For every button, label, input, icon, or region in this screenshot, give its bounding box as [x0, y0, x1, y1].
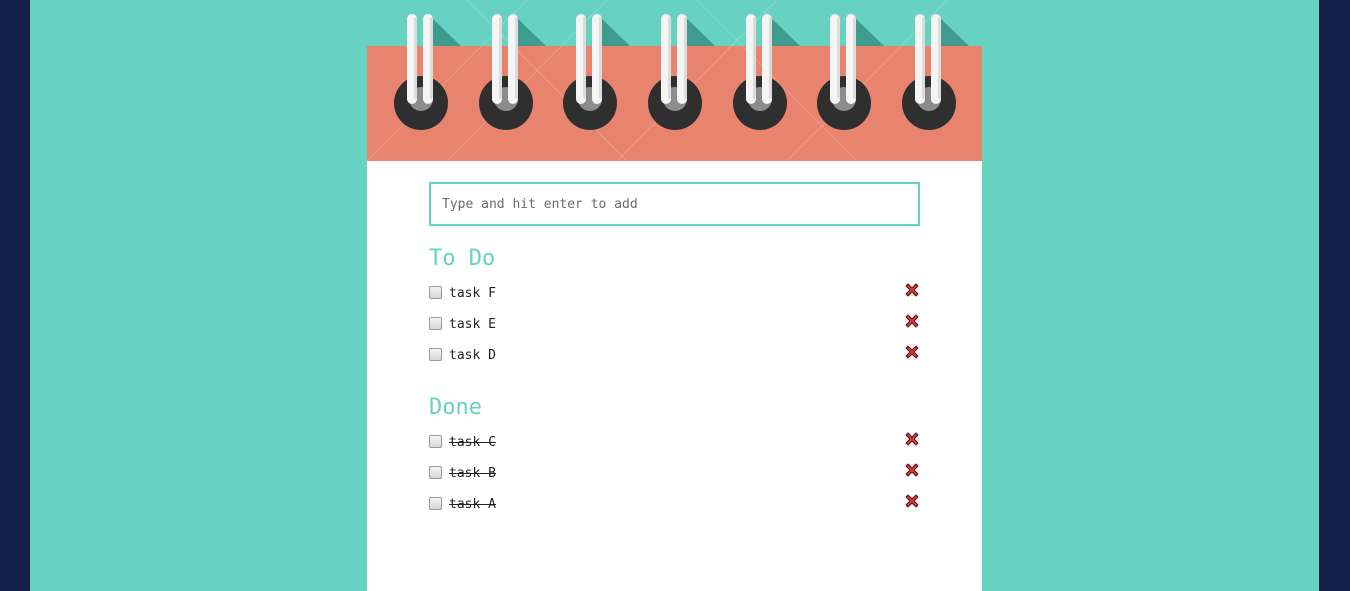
- done-item: task C: [429, 432, 920, 463]
- todo-item: task F: [429, 283, 920, 314]
- spiral-wire-shade: [853, 17, 856, 99]
- task-label: task A: [449, 497, 496, 512]
- spiral-wire-shade: [599, 17, 602, 99]
- done-item: task B: [429, 463, 920, 494]
- task-label: task D: [449, 348, 496, 363]
- notepad: To Do task F task E task D D: [367, 0, 982, 591]
- header-top-edge: [367, 0, 982, 46]
- spiral-wire-shade: [430, 17, 433, 99]
- done-section-title: Done: [429, 395, 482, 420]
- spiral-wire-shade: [753, 17, 756, 99]
- delete-x-icon[interactable]: [904, 462, 920, 478]
- todo-item: task E: [429, 314, 920, 345]
- task-label: task F: [449, 286, 496, 301]
- task-checkbox[interactable]: [429, 348, 442, 361]
- spiral-wire-shade: [938, 17, 941, 99]
- task-label: task C: [449, 435, 496, 450]
- spiral-wire-shade: [583, 17, 586, 99]
- spiral-rings-icon: [367, 0, 982, 161]
- spiral-wire-shade: [668, 17, 671, 99]
- spiral-wire-shade: [414, 17, 417, 99]
- spiral-binding-header: [367, 0, 982, 161]
- task-checkbox[interactable]: [429, 286, 442, 299]
- delete-x-icon[interactable]: [904, 493, 920, 509]
- spiral-wire-shade: [499, 17, 502, 99]
- spiral-wire-shade: [515, 17, 518, 99]
- add-task-input[interactable]: [429, 182, 920, 226]
- todo-list: task F task E task D: [429, 283, 920, 376]
- spiral-wire-shade: [769, 17, 772, 99]
- delete-x-icon[interactable]: [904, 344, 920, 360]
- todo-item: task D: [429, 345, 920, 376]
- delete-x-icon[interactable]: [904, 282, 920, 298]
- app-background: To Do task F task E task D D: [30, 0, 1319, 591]
- spiral-wire-shade: [922, 17, 925, 99]
- task-label: task E: [449, 317, 496, 332]
- spiral-wire-shade: [837, 17, 840, 99]
- delete-x-icon[interactable]: [904, 313, 920, 329]
- done-item: task A: [429, 494, 920, 525]
- notepad-sheet: To Do task F task E task D D: [367, 161, 982, 591]
- todo-section-title: To Do: [429, 246, 496, 271]
- spiral-wire-shade: [684, 17, 687, 99]
- done-list: task C task B task A: [429, 432, 920, 525]
- delete-x-icon[interactable]: [904, 431, 920, 447]
- task-label: task B: [449, 466, 496, 481]
- task-checkbox[interactable]: [429, 317, 442, 330]
